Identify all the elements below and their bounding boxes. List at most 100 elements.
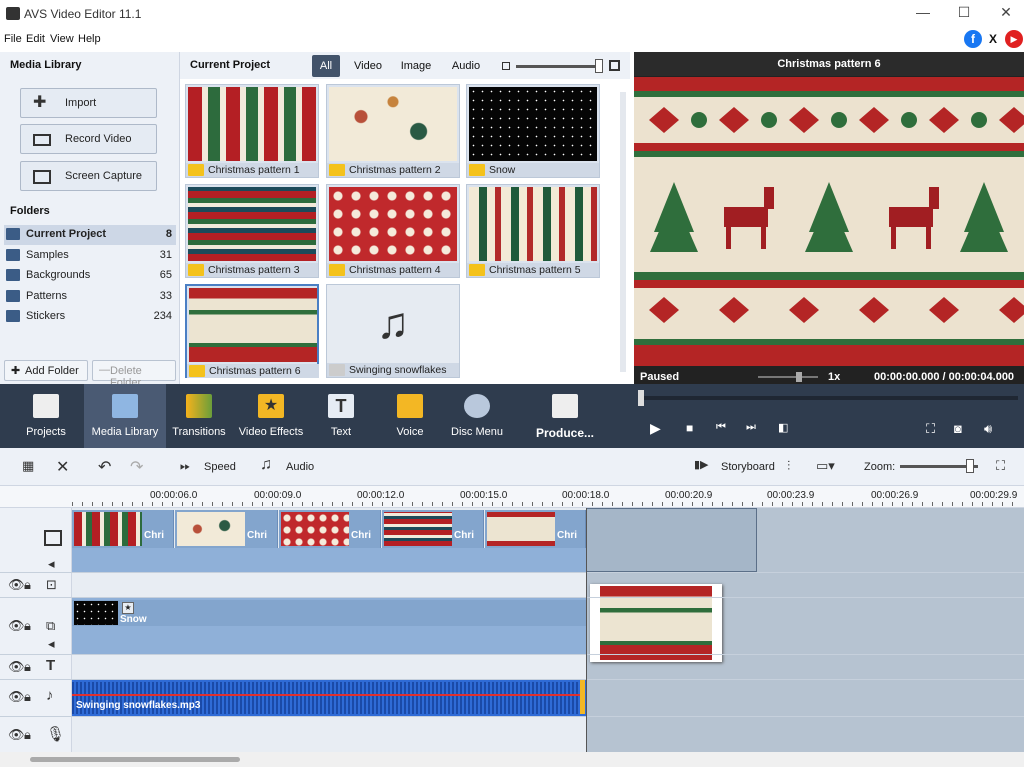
lock-icon[interactable]: 🔒︎ <box>24 618 31 634</box>
voice-button[interactable]: Voice <box>384 384 436 448</box>
eye-icon[interactable]: 👁︎ <box>8 618 25 634</box>
media-item-christmas-pattern-1[interactable]: Christmas pattern 1 <box>185 84 319 178</box>
small-thumb-icon[interactable] <box>502 62 510 70</box>
minimize-button[interactable]: — <box>913 4 933 22</box>
folder-icon <box>6 269 20 281</box>
storyboard-button[interactable]: Storyboard <box>721 461 775 473</box>
next-frame-icon[interactable]: ⏭ <box>746 421 756 434</box>
tab-image[interactable]: Image <box>396 55 436 77</box>
video-clip[interactable]: Chri <box>175 510 278 548</box>
lock-icon[interactable]: 🔒︎ <box>24 659 31 675</box>
x-icon[interactable]: X <box>984 30 1002 48</box>
volume-line[interactable] <box>72 694 582 696</box>
stop-icon[interactable]: ■ <box>686 421 693 435</box>
menu-view[interactable]: View <box>50 33 74 45</box>
eye-icon[interactable]: 👁︎ <box>8 689 25 705</box>
media-item-swinging-snowflakes[interactable]: ♫ Swinging snowflakes <box>326 284 460 378</box>
media-item-christmas-pattern-2[interactable]: Christmas pattern 2 <box>326 84 460 178</box>
audio-mixer-icon[interactable]: ⫶ <box>787 458 790 474</box>
tab-audio[interactable]: Audio <box>448 55 484 77</box>
close-button[interactable]: ✕ <box>996 4 1016 22</box>
media-item-snow[interactable]: Snow <box>466 84 600 178</box>
folder-backgrounds[interactable]: Backgrounds 65 <box>4 266 176 286</box>
video-clip[interactable]: Chri <box>72 510 174 548</box>
media-item-christmas-pattern-3[interactable]: Christmas pattern 3 <box>185 184 319 278</box>
effect-track[interactable] <box>72 573 586 597</box>
scrollbar-thumb[interactable] <box>30 757 240 762</box>
import-label: Import <box>65 97 97 109</box>
clip-label: Snow <box>120 614 147 625</box>
lock-icon[interactable]: 🔒︎ <box>24 727 31 743</box>
projects-button[interactable]: Projects <box>14 384 78 448</box>
audio-button[interactable]: Audio <box>286 461 314 473</box>
fullscreen-icon[interactable]: ⛶ <box>926 421 935 437</box>
seek-bar[interactable] <box>640 396 1018 400</box>
menu-help[interactable]: Help <box>78 33 101 45</box>
facebook-icon[interactable]: f <box>964 30 982 48</box>
eye-icon[interactable]: 👁︎ <box>8 659 25 675</box>
track-divider <box>0 679 1024 680</box>
maximize-button[interactable]: ☐ <box>954 4 974 22</box>
large-thumb-icon[interactable] <box>609 60 620 71</box>
menu-file[interactable]: File <box>4 33 22 45</box>
speaker-icon[interactable]: ◂ <box>48 636 55 652</box>
folder-patterns[interactable]: Patterns 33 <box>4 287 176 307</box>
thumb-size-handle[interactable] <box>595 59 603 73</box>
audio-clip-end-handle[interactable] <box>580 680 585 714</box>
media-item-christmas-pattern-5[interactable]: Christmas pattern 5 <box>466 184 600 278</box>
overlay-clip[interactable]: ★ Snow <box>72 600 586 626</box>
thumb-size-slider[interactable] <box>516 65 600 68</box>
import-button[interactable]: ✚ Import <box>20 88 157 118</box>
transitions-button[interactable]: Transitions <box>166 384 232 448</box>
split-icon[interactable]: ▦ <box>22 458 34 474</box>
media-item-christmas-pattern-6[interactable]: Christmas pattern 6 <box>185 284 319 378</box>
eye-icon[interactable]: 👁︎ <box>8 577 25 593</box>
storyboard-icon: ▮▶ <box>694 459 709 471</box>
speaker-icon[interactable]: ◂ <box>48 556 55 572</box>
aspect-ratio-icon[interactable]: ▭▾ <box>816 458 835 474</box>
project-scrollbar[interactable] <box>620 92 626 372</box>
camera-snapshot-icon[interactable]: ◙ <box>954 421 962 436</box>
youtube-icon[interactable]: ▶ <box>1005 30 1023 48</box>
image-icon <box>329 264 345 276</box>
redo-icon[interactable]: ↷ <box>130 457 143 477</box>
menu-edit[interactable]: Edit <box>26 33 45 45</box>
tab-all[interactable]: All <box>312 55 340 77</box>
disc-menu-button[interactable]: Disc Menu <box>446 384 508 448</box>
lock-icon[interactable]: 🔒︎ <box>24 577 31 593</box>
play-icon[interactable]: ▶ <box>650 420 661 437</box>
video-audio-track[interactable] <box>72 548 586 572</box>
folder-samples[interactable]: Samples 31 <box>4 246 176 266</box>
tab-video[interactable]: Video <box>350 55 386 77</box>
zoom-handle[interactable] <box>966 459 974 473</box>
seek-handle[interactable] <box>638 390 644 406</box>
media-item-christmas-pattern-4[interactable]: Christmas pattern 4 <box>326 184 460 278</box>
video-clip[interactable]: Chri <box>382 510 484 548</box>
delete-folder-button[interactable]: — Delete Folder <box>92 360 176 389</box>
video-effects-button[interactable]: ★ Video Effects <box>236 384 306 448</box>
speed-handle[interactable] <box>796 372 802 382</box>
screen-capture-button[interactable]: Screen Capture <box>20 161 157 191</box>
produce-button[interactable]: Produce... <box>530 384 600 448</box>
video-clip[interactable]: Chri <box>485 510 586 548</box>
video-clip[interactable]: Chri <box>279 510 381 548</box>
undo-icon[interactable]: ↶ <box>98 457 111 477</box>
volume-icon[interactable]: 🔊︎ <box>984 421 992 437</box>
speed-button[interactable]: Speed <box>204 461 236 473</box>
record-video-button[interactable]: Record Video <box>20 124 157 154</box>
folder-stickers[interactable]: Stickers 234 <box>4 307 176 327</box>
delete-icon[interactable]: ✕ <box>56 457 69 477</box>
voice-track[interactable] <box>72 717 586 752</box>
lock-icon[interactable]: 🔒︎ <box>24 689 31 705</box>
image-icon <box>189 365 205 377</box>
fit-timeline-icon[interactable]: ⛶ <box>996 458 1005 474</box>
folder-current-project[interactable]: Current Project 8 <box>4 225 176 245</box>
add-folder-button[interactable]: ✚ Add Folder <box>4 360 88 381</box>
speed-slider[interactable] <box>758 376 818 378</box>
eye-icon[interactable]: 👁︎ <box>8 727 25 743</box>
media-library-button[interactable]: Media Library <box>84 384 166 448</box>
prev-frame-icon[interactable]: ⏮ <box>716 421 726 434</box>
snapshot-marker-icon[interactable]: ◧ <box>778 421 788 434</box>
text-track[interactable] <box>72 655 586 679</box>
text-button[interactable]: T Text <box>314 384 368 448</box>
